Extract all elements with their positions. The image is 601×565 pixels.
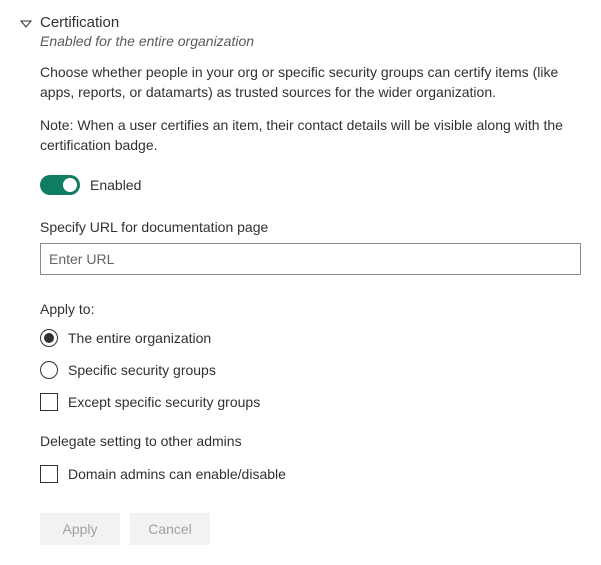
radio-specific-groups-label[interactable]: Specific security groups [68, 362, 216, 378]
radio-entire-org-label[interactable]: The entire organization [68, 330, 211, 346]
note-text: Note: When a user certifies an item, the… [40, 116, 581, 155]
section-subtitle: Enabled for the entire organization [40, 33, 581, 49]
collapse-icon[interactable] [20, 18, 32, 30]
enabled-toggle[interactable] [40, 175, 80, 195]
enabled-toggle-label: Enabled [90, 177, 141, 193]
description-text: Choose whether people in your org or spe… [40, 63, 581, 102]
apply-to-label: Apply to: [40, 301, 581, 317]
checkbox-domain-admins-label[interactable]: Domain admins can enable/disable [68, 466, 286, 482]
checkbox-except-groups[interactable] [40, 393, 58, 411]
checkbox-domain-admins[interactable] [40, 465, 58, 483]
delegate-heading: Delegate setting to other admins [40, 433, 581, 449]
url-input[interactable] [40, 243, 581, 275]
url-field-label: Specify URL for documentation page [40, 219, 581, 235]
radio-entire-org[interactable] [40, 329, 58, 347]
section-title: Certification [40, 14, 119, 31]
apply-button[interactable]: Apply [40, 513, 120, 545]
cancel-button[interactable]: Cancel [130, 513, 210, 545]
radio-specific-groups[interactable] [40, 361, 58, 379]
checkbox-except-groups-label[interactable]: Except specific security groups [68, 394, 260, 410]
